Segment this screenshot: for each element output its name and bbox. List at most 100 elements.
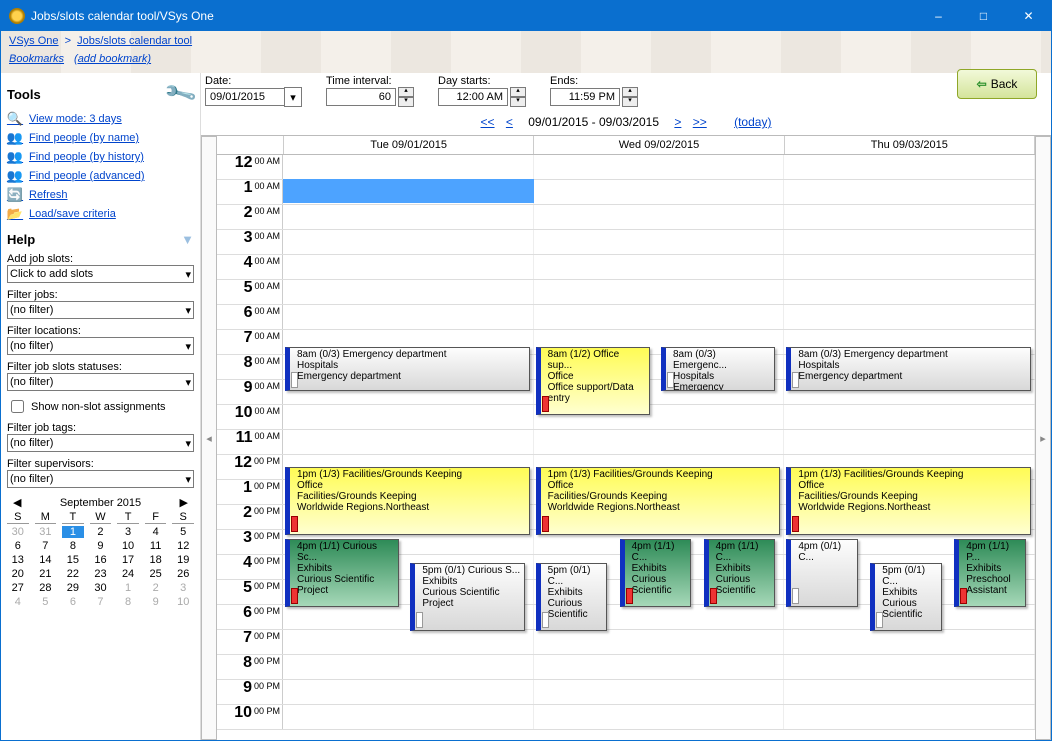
time-selection[interactable] [283,179,534,203]
minical-day[interactable]: 26 [172,568,194,580]
minical-day[interactable]: 24 [117,568,139,580]
tool-link[interactable]: 📂Load/save criteria [7,206,194,222]
tool-link[interactable]: 👥Find people (by history) [7,149,194,165]
maximize-button[interactable]: □ [961,1,1006,31]
minical-day[interactable]: 5 [35,596,57,608]
close-button[interactable]: ✕ [1006,1,1051,31]
minical-day[interactable]: 8 [117,596,139,608]
minical-day[interactable]: 30 [90,582,112,594]
minical-day[interactable]: 27 [7,582,29,594]
minical-day[interactable]: 17 [117,554,139,566]
spin-down[interactable]: ▾ [398,97,414,107]
time-row[interactable]: 900 PM [217,680,1035,705]
spin-up[interactable]: ▴ [622,87,638,97]
minical-day[interactable]: 1 [117,582,139,594]
minical-day[interactable]: 22 [62,568,84,580]
help-header[interactable]: Help ▼ [7,232,194,247]
breadcrumb-leaf[interactable]: Jobs/slots calendar tool [77,35,192,47]
day-header[interactable]: Thu 09/03/2015 [785,136,1035,154]
add-slots-combo[interactable]: Click to add slots▾ [7,265,194,283]
minical-day[interactable]: 3 [117,526,139,538]
minical-day[interactable]: 15 [62,554,84,566]
scroll-left-handle[interactable]: ◂ [201,136,217,740]
minical-day[interactable]: 4 [7,596,29,608]
spin-down[interactable]: ▾ [622,97,638,107]
filter-tags-combo[interactable]: (no filter)▾ [7,434,194,452]
tool-link[interactable]: 👥Find people (by name) [7,130,194,146]
minical-day[interactable]: 19 [172,554,194,566]
minical-day[interactable]: 7 [35,540,57,552]
interval-input[interactable] [326,88,396,106]
minical-prev[interactable]: ◀ [13,496,21,509]
minical-day[interactable]: 28 [35,582,57,594]
minical-day[interactable]: 2 [145,582,167,594]
calendar-event[interactable]: 1pm (1/3) Facilities/Grounds KeepingOffi… [786,467,1031,535]
minical-next[interactable]: ▶ [180,496,188,509]
day-header[interactable]: Tue 09/01/2015 [284,136,534,154]
time-row[interactable]: 1100 AM [217,430,1035,455]
date-input[interactable] [205,88,285,106]
tool-link[interactable]: 🔍View mode: 3 days [7,111,194,127]
tool-link[interactable]: 👥Find people (advanced) [7,168,194,184]
minical-day[interactable]: 21 [35,568,57,580]
minical-day[interactable]: 12 [172,540,194,552]
minical-day[interactable]: 29 [62,582,84,594]
minical-day[interactable]: 13 [7,554,29,566]
minical-day[interactable]: 10 [117,540,139,552]
bookmarks-link[interactable]: Bookmarks [9,53,64,65]
tool-link[interactable]: 🔄Refresh [7,187,194,203]
scroll-right-handle[interactable]: ▸ [1035,136,1051,740]
minimize-button[interactable]: – [916,1,961,31]
minical-day[interactable]: 9 [145,596,167,608]
show-nonslot-checkbox[interactable]: Show non-slot assignments [7,397,194,416]
calendar-event[interactable]: 4pm (0/1) C... [786,539,858,607]
time-row[interactable]: 700 PM [217,630,1035,655]
spin-down[interactable]: ▾ [510,97,526,107]
calendar-event[interactable]: 8am (0/3) Emergency departmentHospitalsE… [285,347,530,391]
back-button[interactable]: ⇦ Back [957,69,1037,99]
minical-day[interactable]: 14 [35,554,57,566]
calendar-event[interactable]: 4pm (1/1) C...ExhibitsCuriousScientific [620,539,692,607]
calendar-event[interactable]: 8am (0/3) Emergenc...HospitalsEmergency [661,347,775,391]
minical-day[interactable]: 30 [7,526,29,538]
time-row[interactable]: 1200 AM [217,155,1035,180]
filter-supervisors-combo[interactable]: (no filter)▾ [7,470,194,488]
time-row[interactable]: 300 AM [217,230,1035,255]
minical-day[interactable]: 6 [62,596,84,608]
minical-day[interactable]: 1 [62,526,84,538]
minical-day[interactable]: 9 [90,540,112,552]
minical-day[interactable]: 23 [90,568,112,580]
nav-last[interactable]: >> [693,115,707,129]
calendar-event[interactable]: 1pm (1/3) Facilities/Grounds KeepingOffi… [536,467,781,535]
dayend-input[interactable] [550,88,620,106]
calendar-event[interactable]: 4pm (1/1) Curious Sc...ExhibitsCurious S… [285,539,399,607]
minical-day[interactable]: 3 [172,582,194,594]
minical-day[interactable]: 10 [172,596,194,608]
calendar-event[interactable]: 5pm (0/1) Curious S...ExhibitsCurious Sc… [410,563,524,631]
minical-day[interactable]: 5 [172,526,194,538]
time-row[interactable]: 600 AM [217,305,1035,330]
minical-day[interactable]: 25 [145,568,167,580]
minical-day[interactable]: 31 [35,526,57,538]
calendar-event[interactable]: 1pm (1/3) Facilities/Grounds KeepingOffi… [285,467,530,535]
minical-day[interactable]: 8 [62,540,84,552]
calendar-body[interactable]: 1200 AM100 AM200 AM300 AM400 AM500 AM600… [217,155,1035,740]
calendar-event[interactable]: 8am (0/3) Emergency departmentHospitalsE… [786,347,1031,391]
time-row[interactable]: 800 PM [217,655,1035,680]
nav-next[interactable]: > [674,115,681,129]
time-row[interactable]: 400 AM [217,255,1035,280]
minical-day[interactable]: 20 [7,568,29,580]
breadcrumb-root[interactable]: VSys One [9,35,59,47]
time-row[interactable]: 200 AM [217,205,1035,230]
calendar-event[interactable]: 5pm (0/1) C...ExhibitsCuriousScientific [870,563,942,631]
minical-day[interactable]: 4 [145,526,167,538]
add-bookmark-link[interactable]: (add bookmark) [74,53,151,65]
calendar-event[interactable]: 8am (1/2) Office sup...OfficeOffice supp… [536,347,650,415]
daystart-input[interactable] [438,88,508,106]
nav-first[interactable]: << [481,115,495,129]
calendar-event[interactable]: 4pm (1/1) P...ExhibitsPreschoolAssistant [954,539,1026,607]
day-header[interactable]: Wed 09/02/2015 [534,136,784,154]
minical-day[interactable]: 2 [90,526,112,538]
nav-today[interactable]: (today) [734,115,771,129]
minical-day[interactable]: 7 [90,596,112,608]
